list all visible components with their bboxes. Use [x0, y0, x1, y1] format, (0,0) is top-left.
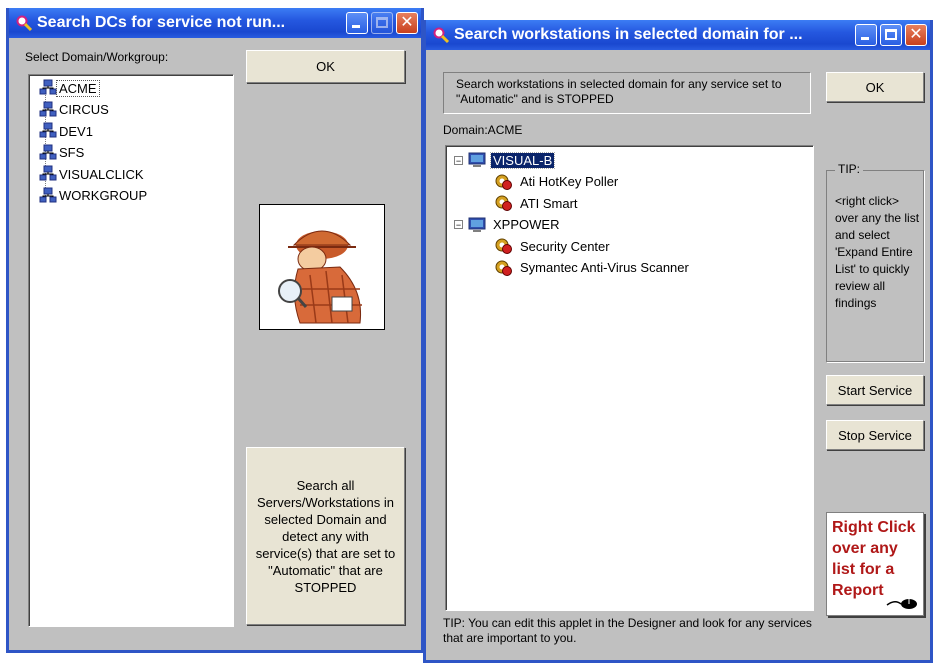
service-item[interactable]: ATI Smart — [494, 193, 580, 213]
domain-item-label: CIRCUS — [59, 102, 109, 117]
select-domain-label: Select Domain/Workgroup: — [25, 50, 169, 64]
magnifier-app-icon — [16, 15, 33, 32]
collapse-icon[interactable]: − — [454, 220, 463, 230]
domain-item-label: VISUALCLICK — [59, 166, 144, 182]
domain-item-label: SFS — [59, 145, 85, 160]
ok-button[interactable]: OK — [246, 50, 405, 83]
domain-item[interactable]: CIRCUS — [39, 100, 111, 120]
service-item[interactable]: Security Center — [494, 236, 612, 256]
service-item[interactable]: Symantec Anti-Virus Scanner — [494, 258, 691, 278]
computer-icon — [468, 152, 486, 167]
service-label: ATI Smart — [520, 195, 578, 211]
report-badge-text: Right Click over any list for a Report — [832, 519, 916, 599]
minimize-button[interactable] — [346, 12, 368, 34]
computer-node[interactable]: − XPPOWER — [454, 215, 561, 235]
computer-label: XPPOWER — [493, 217, 560, 232]
description-box: Search workstations in selected domain f… — [443, 72, 811, 114]
domain-item-label: ACME — [56, 79, 100, 97]
search-all-button[interactable]: Search all Servers/Workstations in selec… — [246, 447, 405, 625]
domain-item[interactable]: ACME — [39, 78, 100, 98]
left-titlebar[interactable]: Search DCs for service not run... ✕ — [9, 8, 421, 38]
network-icon — [39, 122, 57, 138]
left-window-title: Search DCs for service not run... — [37, 14, 286, 31]
collapse-icon[interactable]: − — [454, 155, 463, 165]
left-window: Search DCs for service not run... ✕ Sele… — [6, 8, 424, 653]
maximize-button[interactable] — [880, 24, 902, 46]
right-titlebar[interactable]: Search workstations in selected domain f… — [426, 20, 930, 50]
network-icon — [39, 79, 57, 95]
domain-item[interactable]: SFS — [39, 143, 86, 163]
network-icon — [39, 165, 57, 181]
ok-button[interactable]: OK — [826, 72, 924, 102]
service-label: Ati HotKey Poller — [520, 174, 619, 189]
results-tree[interactable]: − VISUAL-B Ati HotKey Poller ATI Smart − XPPO… — [445, 145, 814, 611]
mouse-icon — [886, 599, 917, 609]
tip-title: TIP: — [835, 162, 864, 176]
tip-group: TIP: <right click> over any the list and… — [826, 162, 924, 362]
domain-item-label: DEV1 — [59, 123, 93, 139]
minimize-button[interactable] — [855, 24, 877, 46]
close-button[interactable]: ✕ — [905, 24, 927, 46]
stopped-service-icon — [495, 238, 512, 254]
service-item[interactable]: Ati HotKey Poller — [494, 172, 620, 192]
domain-item-label: WORKGROUP — [59, 188, 148, 203]
network-icon — [39, 187, 57, 202]
stop-service-button[interactable]: Stop Service — [826, 420, 924, 450]
domain-item[interactable]: VISUALCLICK — [39, 164, 146, 184]
report-badge[interactable]: Right Click over any list for a Report — [826, 512, 924, 616]
maximize-button[interactable] — [371, 12, 393, 34]
stopped-service-icon — [495, 260, 512, 276]
stopped-service-icon — [495, 195, 512, 211]
tip-body: <right click> over any the list and sele… — [835, 194, 920, 310]
network-icon — [39, 144, 57, 159]
computer-icon — [468, 217, 486, 232]
magnifier-app-icon — [433, 27, 450, 44]
computer-label: VISUAL-B — [489, 151, 556, 169]
domain-label: Domain:ACME — [443, 123, 523, 137]
right-window: Search workstations in selected domain f… — [423, 20, 933, 663]
domain-tree[interactable]: ACME CIRCUS DEV1 SFS VISUALCLICK WORKGROUP — [28, 74, 234, 627]
close-button[interactable]: ✕ — [396, 12, 418, 34]
footer-tip: TIP: You can edit this applet in the Des… — [443, 616, 812, 645]
right-window-title: Search workstations in selected domain f… — [454, 26, 803, 43]
stopped-service-icon — [495, 174, 512, 190]
domain-item[interactable]: WORKGROUP — [39, 186, 149, 206]
service-label: Symantec Anti-Virus Scanner — [520, 260, 689, 275]
computer-node[interactable]: − VISUAL-B — [454, 150, 556, 170]
start-service-button[interactable]: Start Service — [826, 375, 924, 405]
domain-item[interactable]: DEV1 — [39, 121, 95, 141]
service-label: Security Center — [520, 238, 610, 254]
detective-image — [259, 204, 385, 330]
network-icon — [39, 101, 57, 116]
